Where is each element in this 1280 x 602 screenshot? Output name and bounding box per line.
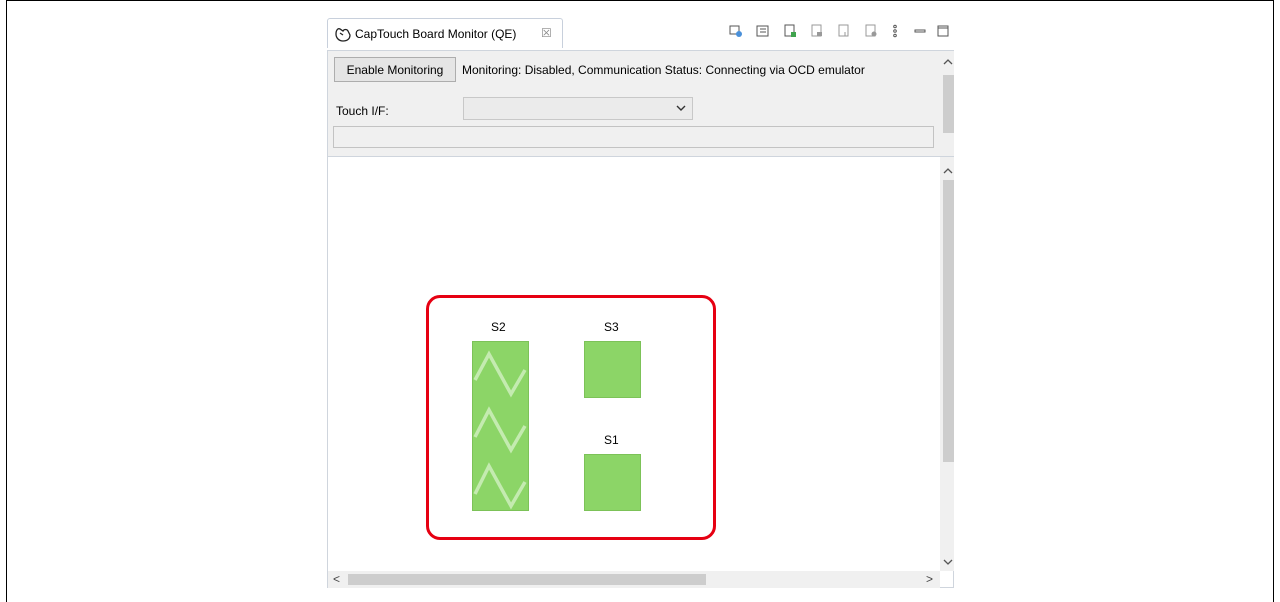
scrollbar-thumb[interactable] [943, 180, 954, 462]
tab-title: CapTouch Board Monitor (QE) [355, 27, 517, 41]
captouch-board-monitor-view: CapTouch Board Monitor (QE) ☒ Enable Mon… [325, 15, 959, 602]
export-board-icon[interactable] [783, 24, 797, 38]
scroll-up-icon[interactable] [943, 164, 953, 174]
button-label-s1: S1 [604, 433, 619, 447]
button-key-s3[interactable] [584, 341, 641, 398]
slider-wave-icon [473, 350, 527, 510]
view-menu-icon[interactable] [888, 24, 902, 38]
monitoring-status-text: Monitoring: Disabled, Communication Stat… [462, 63, 865, 77]
touch-if-select[interactable] [463, 97, 693, 120]
board-layout-icon[interactable] [756, 24, 770, 38]
scrollbar-thumb[interactable] [943, 75, 954, 133]
refresh-board-icon[interactable] [729, 24, 743, 38]
touch-if-label: Touch I/F: [336, 104, 389, 118]
close-icon[interactable]: ☒ [541, 26, 552, 40]
board-add-icon[interactable] [864, 24, 878, 38]
canvas-horizontal-scrollbar[interactable]: < > [328, 571, 940, 588]
tab-captouch-board-monitor[interactable]: CapTouch Board Monitor (QE) ☒ [327, 18, 563, 48]
minimize-icon[interactable] [913, 24, 927, 38]
maximize-icon[interactable] [936, 24, 950, 38]
scroll-up-icon[interactable] [943, 55, 953, 65]
slider-label-s2: S2 [491, 320, 506, 334]
hand-touch-icon [334, 25, 352, 43]
view-tab-bar: CapTouch Board Monitor (QE) ☒ [325, 15, 959, 48]
enable-monitoring-button[interactable]: Enable Monitoring [334, 57, 456, 82]
upper-vertical-scrollbar[interactable] [941, 51, 954, 165]
chevron-down-icon [676, 102, 686, 112]
scroll-right-icon[interactable]: > [926, 572, 933, 586]
scroll-left-icon[interactable]: < [333, 572, 340, 586]
board-icon-2[interactable] [810, 24, 824, 38]
monitor-control-panel: Enable Monitoring Monitoring: Disabled, … [327, 50, 954, 166]
slider-key-s2[interactable] [472, 341, 529, 511]
board-canvas: S2 S3 S1 < > [327, 156, 954, 588]
canvas-vertical-scrollbar[interactable] [940, 157, 954, 571]
button-label-s3: S3 [604, 320, 619, 334]
button-key-s1[interactable] [584, 454, 641, 511]
status-field [333, 126, 934, 148]
scrollbar-thumb[interactable] [348, 574, 706, 585]
highlight-box [426, 295, 716, 540]
scroll-down-icon[interactable] [943, 555, 953, 565]
board-icon-3[interactable] [837, 24, 851, 38]
